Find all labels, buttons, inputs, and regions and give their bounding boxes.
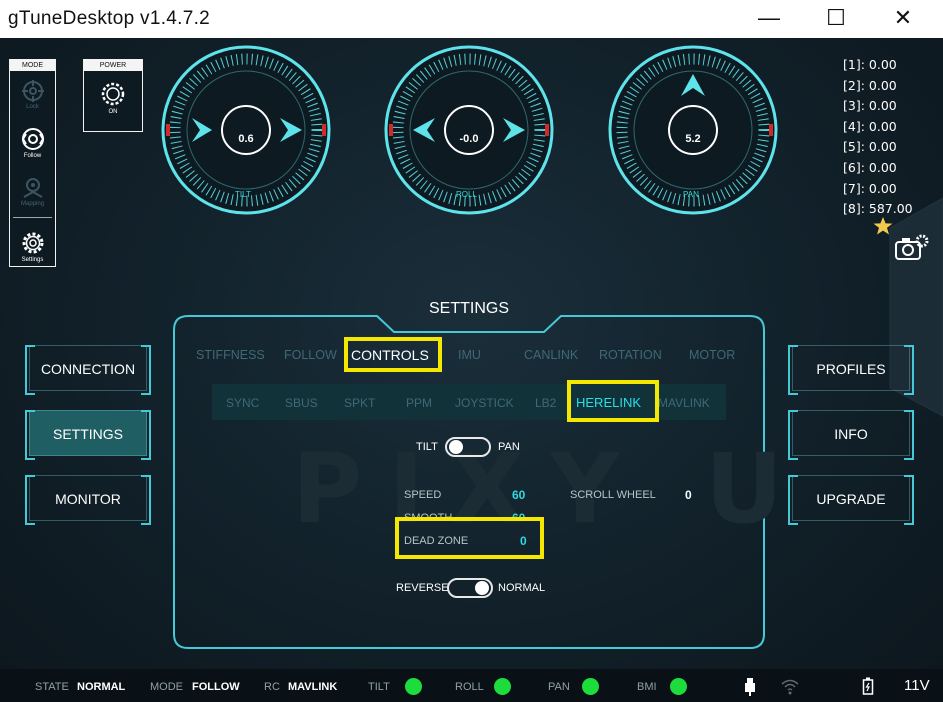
- channel-3: [3]: 0.00: [843, 98, 897, 114]
- mode-status-label: MODE: [150, 681, 183, 693]
- nav-upgrade-button[interactable]: UPGRADE: [788, 475, 914, 525]
- window-title-bar: gTuneDesktop v1.4.7.2 — ☐ ✕: [0, 0, 943, 38]
- tilt-label: TILT: [235, 190, 251, 199]
- rc-label: RC: [264, 681, 280, 693]
- tab-follow[interactable]: FOLLOW: [284, 348, 337, 362]
- voltage-value: 11V: [904, 677, 930, 694]
- app-title: gTuneDesktop v1.4.7.2: [8, 8, 211, 29]
- bmi-indicator-label: BMI: [637, 681, 657, 693]
- channel-7: [7]: 0.00: [843, 180, 897, 196]
- settings-title: SETTINGS: [428, 300, 509, 317]
- mode-panel: MODE Lock Follow Mapping Settings: [9, 59, 56, 267]
- power-panel-header: POWER: [84, 60, 142, 71]
- power-panel: POWER ON: [83, 59, 143, 132]
- roll-value: -0.0: [459, 133, 479, 145]
- follow-icon: [21, 128, 44, 150]
- bmi-status-dot: [670, 678, 687, 695]
- close-button[interactable]: ✕: [873, 0, 933, 38]
- power-icon: [101, 82, 125, 106]
- camera-settings-icon[interactable]: [895, 234, 929, 262]
- controls-tab-highlight: [344, 337, 442, 372]
- app-canvas: MODE Lock Follow Mapping Settings POWER …: [0, 38, 943, 702]
- power-toggle[interactable]: ON: [84, 81, 142, 115]
- axis-toggle-left-label: TILT: [416, 441, 438, 453]
- channel-4: [4]: 0.00: [843, 118, 897, 134]
- nav-connection-button[interactable]: CONNECTION: [25, 345, 151, 395]
- subtab-sync[interactable]: SYNC: [226, 396, 259, 410]
- subtab-ppm[interactable]: PPM: [406, 396, 432, 410]
- channel-6: [6]: 0.00: [843, 159, 897, 175]
- axis-toggle-right-label: PAN: [498, 441, 520, 453]
- mode-mapping-label: Mapping: [20, 201, 44, 207]
- state-value: NORMAL: [77, 681, 126, 693]
- tab-motor[interactable]: MOTOR: [689, 348, 735, 362]
- maximize-button[interactable]: ☐: [806, 0, 866, 38]
- pan-indicator-label: PAN: [548, 681, 570, 693]
- mode-panel-header: MODE: [10, 60, 55, 71]
- state-label: STATE: [35, 681, 69, 693]
- channel-5: [5]: 0.00: [843, 139, 897, 155]
- roll-status-dot: [494, 678, 511, 695]
- speed-value[interactable]: 60: [512, 488, 525, 502]
- tab-stiffness[interactable]: STIFFNESS: [196, 348, 265, 362]
- channel-readout: [1]: 0.00 [2]: 0.00 [3]: 0.00 [4]: 0.00 …: [843, 55, 913, 220]
- tilt-status-dot: [405, 678, 422, 695]
- speed-label: SPEED: [404, 489, 442, 501]
- tilt-value: 0.6: [238, 133, 254, 145]
- axis-toggle[interactable]: [445, 437, 491, 457]
- tilt-indicator-label: TILT: [368, 681, 390, 693]
- subtab-spkt[interactable]: SPKT: [344, 396, 375, 410]
- roll-indicator-label: ROLL: [455, 681, 484, 693]
- battery-icon: [862, 677, 874, 695]
- axis-toggle-knob: [449, 440, 463, 454]
- direction-toggle-right-label: NORMAL: [498, 582, 546, 594]
- mapping-icon: [23, 178, 42, 198]
- mode-settings[interactable]: Settings: [10, 231, 55, 263]
- star-icon: [873, 217, 893, 235]
- nav-info-button[interactable]: INFO: [788, 410, 914, 460]
- nav-profiles-button[interactable]: PROFILES: [788, 345, 914, 395]
- tab-rotation[interactable]: ROTATION: [599, 348, 662, 362]
- pan-value: 5.2: [685, 133, 701, 145]
- scroll-wheel-label: SCROLL WHEEL: [570, 489, 656, 501]
- channel-2: [2]: 0.00: [843, 77, 897, 93]
- mode-settings-label: Settings: [21, 257, 44, 263]
- direction-toggle-left-label: REVERSE: [396, 582, 449, 594]
- mode-lock[interactable]: Lock: [10, 80, 55, 110]
- mode-follow[interactable]: Follow: [10, 127, 55, 159]
- subtab-joystick[interactable]: JOYSTICK: [455, 396, 514, 410]
- tab-imu[interactable]: IMU: [458, 348, 481, 362]
- rc-value: MAVLINK: [288, 681, 338, 693]
- pan-label: PAN: [683, 190, 699, 199]
- pan-status-dot: [582, 678, 599, 695]
- nav-settings-button[interactable]: SETTINGS: [25, 410, 151, 460]
- subtab-lb2[interactable]: LB2: [535, 396, 556, 410]
- usb-icon: [745, 678, 755, 696]
- gear-icon: [22, 232, 43, 254]
- subtab-mavlink[interactable]: MAVLINK: [658, 396, 710, 410]
- direction-toggle-knob: [475, 581, 489, 595]
- subtab-sbus[interactable]: SBUS: [285, 396, 318, 410]
- target-icon: [21, 80, 44, 102]
- scroll-wheel-value[interactable]: 0: [685, 488, 692, 502]
- mode-divider: [13, 217, 52, 218]
- pixy-watermark: PIXY U: [292, 433, 809, 545]
- status-bar: STATE NORMAL MODE FOLLOW RC MAVLINK TILT…: [0, 669, 943, 702]
- herelink-subtab-highlight: [567, 380, 659, 422]
- minimize-button[interactable]: —: [739, 0, 799, 38]
- nav-monitor-button[interactable]: MONITOR: [25, 475, 151, 525]
- mode-lock-label: Lock: [26, 104, 39, 110]
- channel-1: [1]: 0.00: [843, 57, 897, 72]
- roll-label: ROLL: [456, 190, 477, 199]
- mode-status-value: FOLLOW: [192, 681, 240, 693]
- direction-toggle[interactable]: [447, 578, 493, 598]
- mode-mapping[interactable]: Mapping: [10, 177, 55, 207]
- mode-follow-label: Follow: [23, 153, 42, 159]
- dead-zone-highlight: [395, 517, 544, 559]
- wifi-icon: [781, 679, 799, 695]
- power-label: ON: [108, 109, 118, 115]
- tab-canlink[interactable]: CANLINK: [524, 348, 578, 362]
